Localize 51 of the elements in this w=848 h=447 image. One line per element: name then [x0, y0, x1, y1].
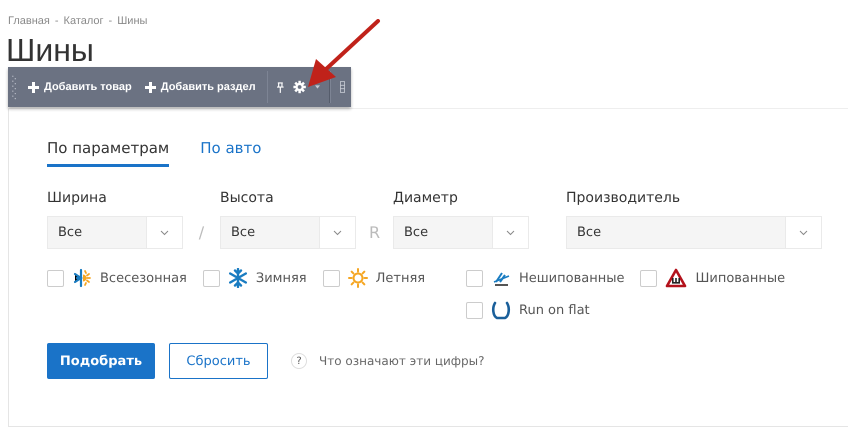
checkbox[interactable] — [640, 270, 658, 286]
checkbox[interactable] — [322, 270, 340, 286]
filter-label: Ширина — [47, 190, 108, 206]
breadcrumb-link[interactable]: Шины — [117, 15, 148, 27]
chevron-down-icon — [506, 230, 515, 236]
checkbox-label: Всесезонная — [100, 270, 187, 286]
submit-button[interactable]: Подобрать — [47, 343, 155, 379]
breadcrumb-separator: - — [54, 15, 59, 27]
sun-icon — [348, 268, 368, 288]
chevron-down-icon — [160, 230, 169, 236]
filter-tab[interactable]: По параметрам — [47, 139, 170, 167]
checkbox[interactable] — [466, 302, 483, 318]
caret-icon[interactable] — [315, 85, 320, 89]
checkbox[interactable] — [202, 270, 220, 286]
page-title: Шины — [5, 31, 94, 65]
filter-label: Высота — [220, 190, 275, 206]
toolbar-add-button[interactable]: Добавить товар — [26, 77, 134, 97]
breadcrumb-separator: - — [108, 15, 112, 27]
select-field[interactable]: Все — [566, 216, 822, 249]
snowflake-sun-icon — [72, 268, 92, 288]
plus-icon — [28, 82, 39, 92]
breadcrumb-link[interactable]: Каталог — [64, 15, 104, 27]
checkbox[interactable] — [47, 270, 64, 286]
help-link[interactable]: Что означают эти цифры? — [319, 354, 485, 368]
chevron-down-icon — [799, 230, 808, 236]
tire-profile-icon — [491, 300, 511, 320]
checkbox-label: Зимняя — [256, 270, 307, 286]
filter-label: Диаметр — [393, 190, 459, 206]
warning-triangle-icon — [665, 268, 688, 288]
snowflake-icon — [228, 268, 248, 288]
toolbar-grip-icon[interactable] — [340, 80, 346, 94]
checkbox-label: Летняя — [376, 270, 426, 286]
separator-sign: R — [368, 222, 382, 244]
help-icon: ? — [291, 353, 307, 369]
select-field[interactable]: Все — [47, 216, 183, 249]
filter-tab[interactable]: По авто — [200, 139, 262, 167]
checkbox-label: Run on flat — [519, 302, 590, 318]
toolbar-add-button[interactable]: Добавить раздел — [142, 77, 258, 97]
chevron-down-icon — [333, 230, 342, 236]
reset-button[interactable]: Сбросить — [169, 343, 268, 379]
select-field[interactable]: Все — [220, 216, 356, 249]
checkbox-label: Шипованные — [695, 270, 786, 286]
checkbox[interactable] — [466, 270, 483, 286]
settings-icon[interactable] — [293, 79, 306, 95]
filter-label: Производитель — [566, 190, 682, 206]
plus-icon — [144, 82, 156, 92]
breadcrumb-link[interactable]: Главная — [8, 15, 50, 27]
checkbox-label: Нешипованные — [519, 270, 624, 286]
pin-icon[interactable] — [277, 80, 284, 94]
select-field[interactable]: Все — [393, 216, 529, 249]
separator-sign: / — [198, 222, 206, 244]
